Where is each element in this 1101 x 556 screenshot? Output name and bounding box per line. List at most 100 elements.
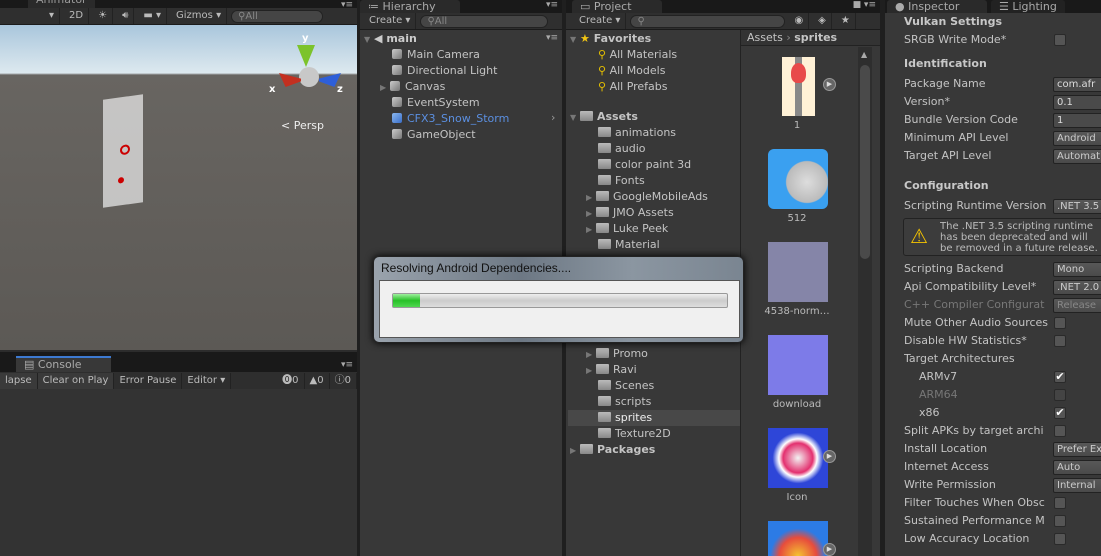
expand-asset-button[interactable]: ▶ [823, 543, 836, 556]
expand-asset-button[interactable]: ▶ [823, 78, 836, 91]
install-location-dropdown[interactable]: Prefer Ex [1053, 442, 1101, 457]
folder-item[interactable]: Texture2D [598, 426, 671, 442]
favorite-item[interactable]: ⚲ All Prefabs [598, 79, 668, 95]
hierarchy-item[interactable]: GameObject [392, 127, 476, 143]
error-count-toggle[interactable]: ⓿0 [277, 372, 305, 389]
asset-thumb-4538[interactable] [768, 242, 828, 302]
scrollbar-thumb[interactable] [860, 65, 870, 259]
hierarchy-item-prefab[interactable]: CFX3_Snow_Storm [392, 111, 509, 127]
scene-viewport[interactable]: y x z < Persp [0, 25, 357, 350]
expand-prefab-arrow[interactable]: › [551, 111, 555, 124]
project-search-input[interactable]: ⚲ [630, 14, 786, 28]
clear-on-play-button[interactable]: Clear on Play [37, 372, 115, 389]
asset-thumb-next[interactable] [768, 521, 828, 556]
srgb-write-mode-checkbox[interactable] [1054, 34, 1066, 46]
folder-item[interactable]: audio [598, 141, 645, 157]
low-accuracy-location-checkbox[interactable] [1054, 533, 1066, 545]
create-dropdown[interactable]: Create ▾ [364, 13, 417, 29]
scene-root[interactable]: ▼ ◀︎ main [364, 31, 417, 47]
panel-menu-icon[interactable]: ▾≡ [546, 0, 558, 10]
mute-other-audio-checkbox[interactable] [1054, 317, 1066, 329]
minimum-api-level-dropdown[interactable]: Android [1053, 131, 1101, 146]
folder-item[interactable]: Fonts [598, 173, 645, 189]
dropdown-arrow[interactable]: ▾ [44, 8, 61, 24]
package-name-input[interactable]: com.afr [1053, 77, 1101, 92]
audio-toggle-icon[interactable]: 🔊︎ [117, 8, 135, 24]
write-permission-dropdown[interactable]: Internal [1053, 478, 1101, 493]
folder-item[interactable]: ▶ Promo [586, 346, 648, 362]
favorites-star-icon[interactable]: ★ [836, 13, 856, 29]
collapse-button[interactable]: lapse [0, 372, 38, 389]
gameobject-icon [390, 81, 400, 91]
hierarchy-item[interactable]: ▶ Canvas [380, 79, 445, 95]
folder-item[interactable]: ▶ GoogleMobileAds [586, 189, 708, 205]
breadcrumb-sprites[interactable]: sprites [794, 31, 837, 44]
scripting-runtime-version-dropdown[interactable]: .NET 3.5 [1053, 199, 1101, 214]
inspector-panel: ● Inspector ☰ Lighting Vulkan Settings SR… [885, 0, 1101, 556]
filter-touches-checkbox[interactable] [1054, 497, 1066, 509]
asset-thumb-1[interactable] [782, 57, 815, 116]
toggle-2d-button[interactable]: 2D [64, 8, 90, 24]
panel-menu-icon[interactable]: ▾≡ [341, 360, 353, 370]
scene-object-plane[interactable] [103, 94, 143, 208]
packages-folder[interactable]: ▶ Packages [570, 442, 655, 458]
sustained-performance-label: Sustained Performance M [904, 514, 1045, 527]
asset-scrollbar[interactable]: ▲ [858, 47, 872, 556]
folder-item[interactable]: ▶ JMO Assets [586, 205, 674, 221]
favorites-header[interactable]: ▼ ★ Favorites [570, 31, 651, 47]
target-api-level-dropdown[interactable]: Automat [1053, 149, 1101, 164]
message-count-toggle[interactable]: ⓘ0 [330, 372, 357, 389]
effects-toggle-icon[interactable]: ▬ ▾ [138, 8, 168, 24]
create-dropdown[interactable]: Create ▾ [574, 13, 627, 29]
version-input[interactable]: 0.1 [1053, 95, 1101, 110]
tab-animator[interactable]: Animator [28, 0, 95, 8]
folder-item[interactable]: color paint 3d [598, 157, 691, 173]
projection-label[interactable]: < Persp [281, 119, 324, 132]
internet-access-dropdown[interactable]: Auto [1053, 460, 1101, 475]
breadcrumb-assets[interactable]: Assets [747, 31, 783, 44]
hierarchy-search-input[interactable]: ⚲All [420, 14, 549, 28]
api-compatibility-level-dropdown[interactable]: .NET 2.0 [1053, 280, 1101, 295]
editor-dropdown[interactable]: Editor ▾ [182, 372, 232, 389]
tab-hierarchy[interactable]: ≔ Hierarchy [360, 0, 460, 13]
search-by-type-icon[interactable]: ◉ [789, 13, 810, 29]
hierarchy-item[interactable]: EventSystem [392, 95, 480, 111]
armv7-checkbox[interactable]: ✔ [1054, 371, 1066, 383]
hierarchy-tabbar: ≔ Hierarchy ▾≡ [360, 0, 562, 13]
scene-menu-icon[interactable]: ▾≡ [546, 33, 558, 43]
folder-item[interactable]: Scenes [598, 378, 654, 394]
asset-thumb-download[interactable] [768, 335, 828, 395]
folder-item[interactable]: scripts [598, 394, 651, 410]
tab-console[interactable]: ▤ Console [16, 356, 111, 372]
lighting-toggle-icon[interactable]: ☀ [93, 8, 114, 24]
asset-thumb-512[interactable] [768, 149, 828, 209]
bundle-version-code-input[interactable]: 1 [1053, 113, 1101, 128]
warning-count-toggle[interactable]: ▲0 [305, 372, 330, 389]
asset-thumb-icon[interactable] [768, 428, 828, 488]
split-apks-checkbox[interactable] [1054, 425, 1066, 437]
folder-item[interactable]: Material [598, 237, 660, 253]
favorite-item[interactable]: ⚲ All Models [598, 63, 665, 79]
folder-item[interactable]: ▶ Ravi [586, 362, 637, 378]
folder-item[interactable]: ▶ Luke Peek [586, 221, 668, 237]
tab-project[interactable]: ▭ Project [572, 0, 662, 13]
sustained-performance-checkbox[interactable] [1054, 515, 1066, 527]
panel-menu-icon[interactable]: ■ ▾≡ [853, 0, 876, 10]
error-pause-button[interactable]: Error Pause [114, 372, 183, 389]
tab-inspector[interactable]: ● Inspector [887, 0, 987, 13]
folder-item-selected[interactable]: sprites [568, 410, 740, 426]
hierarchy-item[interactable]: Directional Light [392, 63, 497, 79]
disable-hw-statistics-checkbox[interactable] [1054, 335, 1066, 347]
expand-asset-button[interactable]: ▶ [823, 450, 836, 463]
folder-item[interactable]: animations [598, 125, 676, 141]
x86-checkbox[interactable]: ✔ [1054, 407, 1066, 419]
orientation-gizmo[interactable]: y x z [269, 33, 345, 107]
favorite-item[interactable]: ⚲ All Materials [598, 47, 677, 63]
assets-folder[interactable]: ▼ Assets [570, 109, 638, 125]
scripting-backend-dropdown[interactable]: Mono [1053, 262, 1101, 277]
tab-lighting[interactable]: ☰ Lighting [991, 0, 1065, 13]
scene-search-input[interactable]: ⚲All [231, 9, 324, 23]
search-by-label-icon[interactable]: ◈ [813, 13, 832, 29]
gizmos-dropdown[interactable]: Gizmos ▾ [171, 8, 228, 24]
hierarchy-item[interactable]: Main Camera [392, 47, 480, 63]
